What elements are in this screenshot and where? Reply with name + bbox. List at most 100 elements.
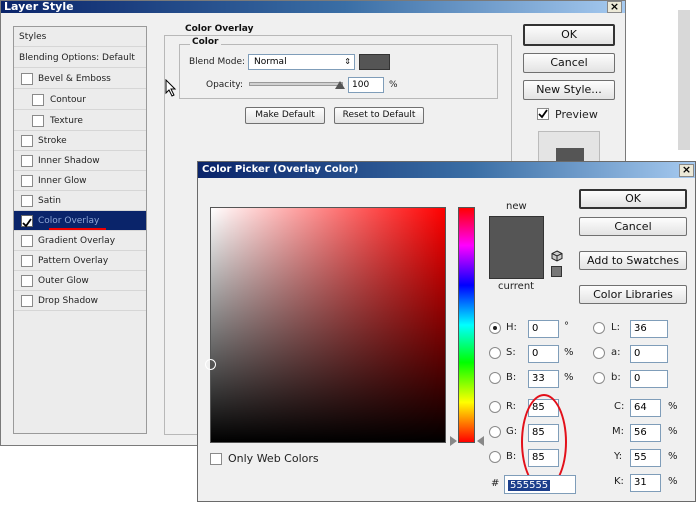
hex-input[interactable]: 555555 bbox=[504, 475, 576, 494]
style-item-label: Stroke bbox=[38, 136, 67, 146]
style-item-drop-shadow[interactable]: Drop Shadow bbox=[14, 291, 146, 311]
color-picker-ok-button[interactable]: OK bbox=[579, 189, 687, 209]
checkmark-icon bbox=[538, 109, 548, 119]
current-label: current bbox=[498, 281, 535, 292]
color-picker-close-button[interactable]: × bbox=[679, 164, 694, 177]
layer-style-cancel-button[interactable]: Cancel bbox=[523, 53, 615, 73]
yellow-label: Y: bbox=[614, 451, 623, 462]
lab-a-label: a: bbox=[611, 347, 621, 358]
satin-checkbox[interactable] bbox=[21, 195, 33, 207]
style-item-color-overlay[interactable]: Color Overlay bbox=[14, 211, 146, 231]
lab-l-input[interactable]: 36 bbox=[630, 320, 668, 338]
pattern-overlay-checkbox[interactable] bbox=[21, 255, 33, 267]
saturation-label: S: bbox=[506, 347, 516, 358]
texture-checkbox[interactable] bbox=[32, 115, 44, 127]
color-picker-title: Color Picker (Overlay Color) bbox=[198, 162, 695, 178]
style-item-label: Inner Glow bbox=[38, 176, 87, 186]
hue-unit: ° bbox=[564, 321, 569, 332]
style-item-texture[interactable]: Texture bbox=[14, 111, 146, 131]
lab-a-input[interactable]: 0 bbox=[630, 345, 668, 363]
red-underline-annotation bbox=[49, 228, 106, 230]
style-item-stroke[interactable]: Stroke bbox=[14, 131, 146, 151]
lab-b-input[interactable]: 0 bbox=[630, 370, 668, 388]
new-label: new bbox=[506, 201, 527, 212]
style-item-label: Drop Shadow bbox=[38, 296, 99, 306]
opacity-slider[interactable] bbox=[249, 82, 343, 86]
style-item-inner-shadow[interactable]: Inner Shadow bbox=[14, 151, 146, 171]
saturation-input[interactable]: 0 bbox=[528, 345, 559, 363]
blue-label: B: bbox=[506, 451, 517, 462]
subsection-title: Color bbox=[190, 37, 221, 47]
styles-header[interactable]: Styles bbox=[14, 27, 146, 47]
preview-checkbox[interactable] bbox=[537, 108, 549, 120]
opacity-slider-thumb[interactable] bbox=[335, 81, 345, 89]
color-field-marker[interactable] bbox=[205, 359, 216, 370]
add-to-swatches-button[interactable]: Add to Swatches bbox=[579, 251, 687, 270]
blue-radio[interactable] bbox=[489, 451, 501, 463]
blend-mode-value: Normal bbox=[254, 57, 287, 67]
make-default-button[interactable]: Make Default bbox=[245, 107, 325, 124]
yellow-input[interactable]: 55 bbox=[630, 449, 661, 467]
hue-input[interactable]: 0 bbox=[528, 320, 559, 338]
color-picker-cancel-button[interactable]: Cancel bbox=[579, 217, 687, 236]
outer-glow-checkbox[interactable] bbox=[21, 275, 33, 287]
green-label: G: bbox=[506, 426, 518, 437]
lab-b-radio[interactable] bbox=[593, 372, 605, 384]
mouse-cursor-icon bbox=[165, 79, 177, 97]
style-item-label: Texture bbox=[50, 116, 83, 126]
section-title: Color Overlay bbox=[183, 24, 256, 34]
contour-checkbox[interactable] bbox=[32, 94, 44, 106]
brightness-input[interactable]: 33 bbox=[528, 370, 559, 388]
brightness-radio[interactable] bbox=[489, 372, 501, 384]
hue-slider-handle-right[interactable] bbox=[477, 436, 484, 446]
lab-l-radio[interactable] bbox=[593, 322, 605, 334]
hue-slider[interactable] bbox=[458, 207, 475, 443]
color-overlay-checkbox[interactable] bbox=[21, 215, 33, 228]
color-libraries-button[interactable]: Color Libraries bbox=[579, 285, 687, 304]
overlay-color-swatch[interactable] bbox=[359, 54, 390, 70]
hue-slider-handle-left[interactable] bbox=[450, 436, 457, 446]
inner-glow-checkbox[interactable] bbox=[21, 175, 33, 187]
cyan-label: C: bbox=[614, 401, 625, 412]
layer-style-close-button[interactable]: × bbox=[607, 1, 622, 13]
bevel-emboss-checkbox[interactable] bbox=[21, 73, 33, 85]
blend-mode-select[interactable]: Normal ⇕ bbox=[248, 54, 355, 70]
black-label: K: bbox=[614, 476, 624, 487]
layer-style-title: Layer Style bbox=[1, 1, 625, 13]
green-radio[interactable] bbox=[489, 426, 501, 438]
only-web-colors-checkbox[interactable] bbox=[210, 453, 222, 465]
out-of-gamut-cube-icon[interactable] bbox=[551, 250, 563, 262]
magenta-unit: % bbox=[668, 426, 678, 437]
lab-b-label: b: bbox=[611, 372, 621, 383]
hue-radio[interactable] bbox=[489, 322, 501, 334]
background-scrollbar bbox=[678, 10, 690, 150]
blending-options-item[interactable]: Blending Options: Default bbox=[14, 48, 146, 68]
drop-shadow-checkbox[interactable] bbox=[21, 295, 33, 307]
web-safe-color-icon[interactable] bbox=[551, 266, 562, 277]
magenta-input[interactable]: 56 bbox=[630, 424, 661, 442]
hue-label: H: bbox=[506, 322, 517, 333]
red-radio[interactable] bbox=[489, 401, 501, 413]
inner-shadow-checkbox[interactable] bbox=[21, 155, 33, 167]
style-item-outer-glow[interactable]: Outer Glow bbox=[14, 271, 146, 291]
saturation-unit: % bbox=[564, 347, 574, 358]
reset-to-default-button[interactable]: Reset to Default bbox=[334, 107, 424, 124]
style-item-contour[interactable]: Contour bbox=[14, 90, 146, 110]
layer-style-ok-button[interactable]: OK bbox=[523, 24, 615, 46]
opacity-input[interactable]: 100 bbox=[348, 77, 384, 93]
style-item-satin[interactable]: Satin bbox=[14, 191, 146, 211]
style-item-inner-glow[interactable]: Inner Glow bbox=[14, 171, 146, 191]
style-item-gradient-overlay[interactable]: Gradient Overlay bbox=[14, 231, 146, 251]
cyan-input[interactable]: 64 bbox=[630, 399, 661, 417]
new-current-swatch bbox=[489, 216, 544, 279]
lab-a-radio[interactable] bbox=[593, 347, 605, 359]
color-field[interactable] bbox=[205, 207, 446, 443]
style-item-pattern-overlay[interactable]: Pattern Overlay bbox=[14, 251, 146, 271]
new-style-button[interactable]: New Style... bbox=[523, 80, 615, 100]
stroke-checkbox[interactable] bbox=[21, 135, 33, 147]
gradient-overlay-checkbox[interactable] bbox=[21, 235, 33, 247]
style-item-label: Inner Shadow bbox=[38, 156, 100, 166]
saturation-radio[interactable] bbox=[489, 347, 501, 359]
style-item-bevel-emboss[interactable]: Bevel & Emboss bbox=[14, 69, 146, 89]
black-input[interactable]: 31 bbox=[630, 474, 661, 492]
